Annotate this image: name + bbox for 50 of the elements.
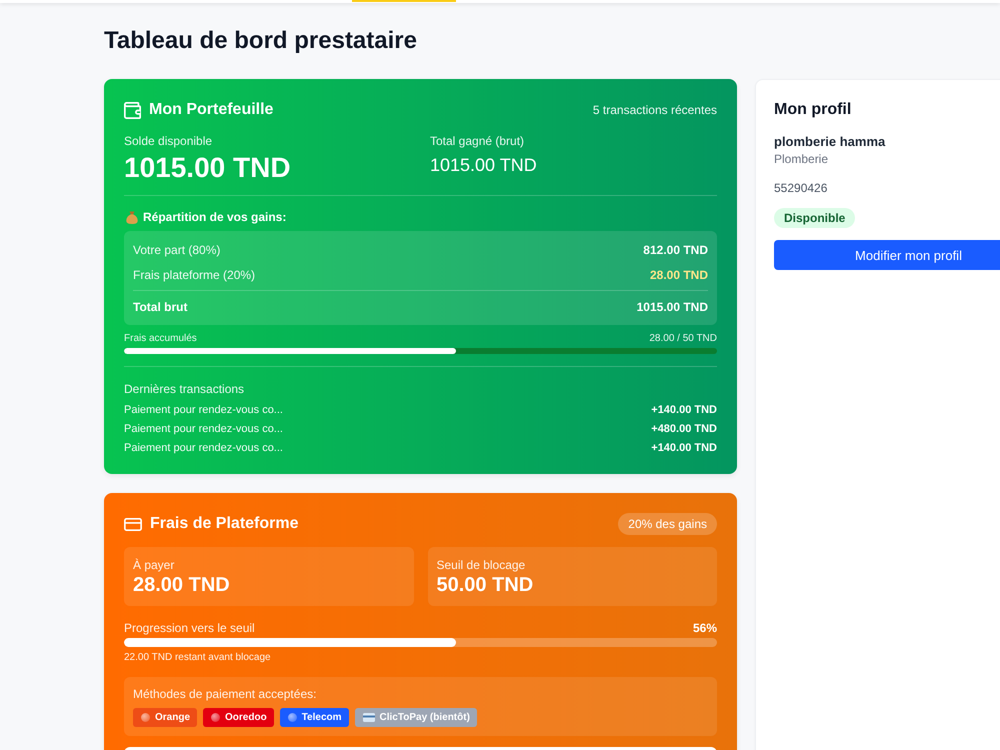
transaction-label: Paiement pour rendez-vous co... [124, 403, 283, 418]
stat-label: Seuil de blocage [436, 557, 526, 573]
breakdown-title: Répartition de vos gains: [143, 210, 286, 224]
balance-label: Solde disponible [124, 133, 214, 149]
transaction-label: Paiement pour rendez-vous co... [124, 441, 283, 456]
payment-method-label: Ooredoo [225, 712, 267, 723]
stat-value: 50.00 TND [436, 573, 534, 597]
dot-icon [288, 713, 297, 722]
payment-method-label: Telecom [302, 712, 342, 723]
stat-label: À payer [133, 557, 176, 573]
status-badge: Disponible [774, 208, 856, 228]
payment-method-label: ClicToPay (bientôt) [380, 712, 470, 723]
breakdown-value: 812.00 TND [643, 243, 708, 257]
breakdown-value: 1015.00 TND [636, 300, 708, 314]
gross-amount: 1015.00 TND [430, 154, 538, 176]
breakdown-label: Votre part (80%) [133, 243, 220, 257]
transaction-label: Paiement pour rendez-vous co... [124, 422, 283, 437]
wallet-icon [124, 102, 141, 118]
section-title: Dernières transactions [124, 381, 246, 397]
stat-value: 28.00 TND [133, 573, 231, 597]
transaction-amount: +480.00 TND [651, 422, 717, 437]
progress-label: Frais accumulés [124, 332, 197, 346]
gross-label: Total gagné (brut) [430, 133, 526, 149]
edit-profile-button[interactable]: Modifier mon profil [774, 240, 1000, 270]
progress-label: Progression vers le seuil [124, 620, 255, 636]
progress-reading: 28.00 / 50 TND [649, 332, 717, 346]
transaction-count: 5 transactions récentes [592, 103, 717, 117]
percentage-badge: 20% des gains [618, 513, 717, 535]
card-title: Mon Portefeuille [149, 100, 274, 120]
page-title: Tableau de bord prestataire [104, 26, 418, 56]
money-bag-icon [126, 210, 138, 224]
provider-phone: 55290426 [774, 180, 828, 196]
card-icon [362, 713, 375, 722]
transaction-amount: +140.00 TND [651, 441, 717, 456]
methods-title: Méthodes de paiement acceptées: [133, 686, 318, 702]
profile-title: Mon profil [774, 100, 852, 120]
dot-icon [211, 713, 220, 722]
progress-note: 22.00 TND restant avant blocage [124, 651, 272, 665]
provider-name: plomberie hamma [774, 133, 886, 151]
breakdown-label: Total brut [133, 300, 188, 314]
breakdown-value: 28.00 TND [650, 268, 708, 282]
credit-card-icon [124, 518, 142, 530]
transaction-amount: +140.00 TND [651, 403, 717, 418]
payment-method-label: Orange [155, 712, 190, 723]
dot-icon [141, 713, 150, 722]
balance-amount: 1015.00 TND [124, 151, 292, 185]
provider-category: Plomberie [774, 151, 830, 167]
card-title: Frais de Plateforme [150, 514, 298, 534]
progress-reading: 56% [692, 621, 717, 635]
breakdown-label: Frais plateforme (20%) [133, 268, 256, 282]
